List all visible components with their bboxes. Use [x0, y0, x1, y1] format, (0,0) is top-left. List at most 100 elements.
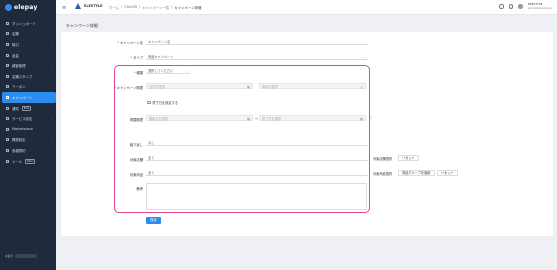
sidebar-item[interactable]: 各種規約: [2, 145, 56, 156]
target-store-select-button[interactable]: 対象店舗選択: [373, 156, 392, 161]
sidebar-item-label: 店舗: [12, 32, 19, 37]
download-icon[interactable]: [508, 4, 514, 9]
exposure-dash: -: [148, 126, 150, 130]
memo-textarea[interactable]: [146, 183, 367, 210]
sidebar-item-label: ダッシュボード: [12, 21, 36, 26]
sidebar-item[interactable]: Marketplace: [2, 124, 56, 135]
kind-label: * 種類: [133, 71, 143, 75]
sidebar-item-label: 各種規約: [12, 148, 26, 153]
exposure-separator: 〜: [255, 117, 259, 121]
breadcrumb-current: キャンペーン詳細: [174, 6, 202, 10]
tool-icon: [6, 159, 9, 163]
target-store-reset-button[interactable]: リセット: [398, 155, 419, 161]
top-header: ≡ ELESTYLE ホーム / CiteGift / キャンペーン一覧 / キ…: [56, 0, 557, 15]
name-input[interactable]: キャンペーン名: [146, 39, 368, 45]
elepay-logo-icon: [5, 4, 12, 11]
calendar-icon: ▦: [359, 117, 363, 121]
sidebar-item-label: 取引: [12, 42, 19, 47]
developer-icon: [6, 138, 9, 142]
target-product-reset-button[interactable]: リセット: [437, 170, 458, 176]
target-product-select-button[interactable]: 対象商品選択: [373, 171, 392, 176]
set-end-date-checkbox[interactable]: 終了日を設定する: [147, 100, 178, 105]
memo-label: 備考: [136, 187, 143, 191]
breadcrumb-home[interactable]: ホーム: [109, 5, 119, 10]
help-icon[interactable]: [499, 4, 504, 9]
chevron-right-icon: ›: [50, 116, 52, 121]
header-actions: ELESTYLE admin@elestyle.jp: [499, 2, 552, 10]
customer-icon: [6, 64, 9, 68]
brand[interactable]: ELESTYLE: [75, 3, 102, 9]
exposure-help-icon[interactable]: ?: [370, 116, 372, 120]
campaign-icon: [6, 95, 9, 99]
sidebar-item[interactable]: 取引 ›: [2, 39, 56, 50]
breadcrumb-app[interactable]: CiteGift: [124, 5, 137, 10]
target-product-label: 対象商品: [129, 173, 143, 177]
breadcrumb-campaign-list[interactable]: キャンペーン一覧: [142, 5, 169, 10]
breadcrumb-separator: /: [121, 5, 123, 9]
page-title: キャンペーン詳細: [66, 23, 98, 28]
sidebar-footer: 本番用: [5, 254, 51, 258]
sidebar-item-label: ツール: [12, 159, 23, 164]
calendar-icon: ▦: [246, 117, 250, 121]
period-start-date-input[interactable]: 日付を選択 ▦: [146, 83, 253, 89]
service-icon: [6, 117, 9, 121]
target-product-value: 全て: [146, 170, 368, 176]
sidebar: elepay ダッシュボード 店舗 取引 › 返金 顧客管理 › 店舗スタンプ クーポン キャンペ…: [0, 0, 56, 270]
stamp-icon: [6, 74, 9, 78]
save-button[interactable]: 保存: [146, 217, 161, 224]
sidebar-item-label: 店舗スタンプ: [12, 74, 33, 79]
brand-name: ELESTYLE: [84, 4, 103, 8]
sidebar-item[interactable]: ダッシュボード: [2, 18, 56, 29]
target-store-value: 全て: [146, 155, 368, 161]
menu-toggle-icon[interactable]: ≡: [62, 5, 66, 11]
sidebar-item[interactable]: 通知 Beta: [2, 103, 56, 114]
sidebar-item[interactable]: ツール Beta: [2, 156, 56, 167]
logo-text: elepay: [14, 4, 38, 11]
dashboard-icon: [6, 21, 9, 25]
period-end-time-input[interactable]: 時刻を選択 ◷: [259, 83, 366, 89]
sidebar-item-label: 顧客管理: [12, 64, 26, 69]
period-label: * キャンペーン期間: [114, 86, 143, 90]
repeat-select[interactable]: なし: [146, 140, 368, 146]
terms-icon: [6, 148, 9, 152]
sidebar-nav: ダッシュボード 店舗 取引 › 返金 顧客管理 › 店舗スタンプ クーポン キャンペーン 通知 Bet…: [2, 18, 56, 166]
exposure-end-input[interactable]: 終了日を選択 ▦: [259, 115, 366, 121]
chevron-down-icon: ⌄: [185, 69, 188, 73]
notification-icon: [6, 106, 9, 110]
transaction-icon: [6, 42, 9, 46]
brand-logo-icon: [75, 3, 81, 9]
sidebar-item-label: 開発設定: [12, 138, 26, 143]
sidebar-item[interactable]: 開発設定 ›: [2, 135, 56, 146]
repeat-label: 繰り返し: [129, 143, 143, 147]
sidebar-item[interactable]: クーポン: [2, 82, 56, 93]
calendar-icon: ▦: [246, 85, 250, 89]
coupon-icon: [6, 85, 9, 89]
logo[interactable]: elepay: [5, 4, 37, 11]
sidebar-item[interactable]: 返金: [2, 50, 56, 61]
beta-badge: Beta: [25, 158, 35, 164]
beta-badge: Beta: [21, 105, 32, 111]
breadcrumb-separator: /: [171, 5, 173, 9]
environment-switch[interactable]: [14, 254, 37, 258]
chevron-right-icon: ›: [50, 42, 52, 47]
exposure-start-input[interactable]: 開始日を選択 ▦: [146, 115, 253, 121]
chevron-right-icon: ›: [50, 137, 52, 142]
sidebar-item[interactable]: 顧客管理 ›: [2, 60, 56, 71]
user-email: admin@elestyle.jp: [527, 6, 552, 10]
type-select[interactable]: 商品キャンペーン ⌄: [146, 54, 368, 60]
environment-label: 本番用: [5, 255, 13, 258]
sidebar-item-label: Marketplace: [12, 127, 33, 132]
user-avatar-icon[interactable]: [518, 4, 523, 9]
sidebar-item[interactable]: 店舗スタンプ: [2, 71, 56, 82]
sidebar-item[interactable]: キャンペーン: [2, 92, 56, 103]
sidebar-item[interactable]: 店舗: [2, 29, 56, 40]
sidebar-item[interactable]: サービス設定 ›: [2, 113, 56, 124]
sidebar-item-label: キャンペーン: [12, 95, 33, 100]
target-store-label: 対象店舗: [129, 158, 143, 162]
sidebar-item-label: クーポン: [12, 85, 26, 90]
user-info[interactable]: ELESTYLE admin@elestyle.jp: [527, 2, 552, 10]
breadcrumb: ホーム / CiteGift / キャンペーン一覧 / キャンペーン詳細: [109, 5, 201, 10]
checkbox-box[interactable]: [147, 100, 151, 105]
kind-select[interactable]: 選択してください ⌄: [146, 68, 190, 74]
product-group-apply-button[interactable]: 商品グループを適用: [398, 170, 435, 176]
